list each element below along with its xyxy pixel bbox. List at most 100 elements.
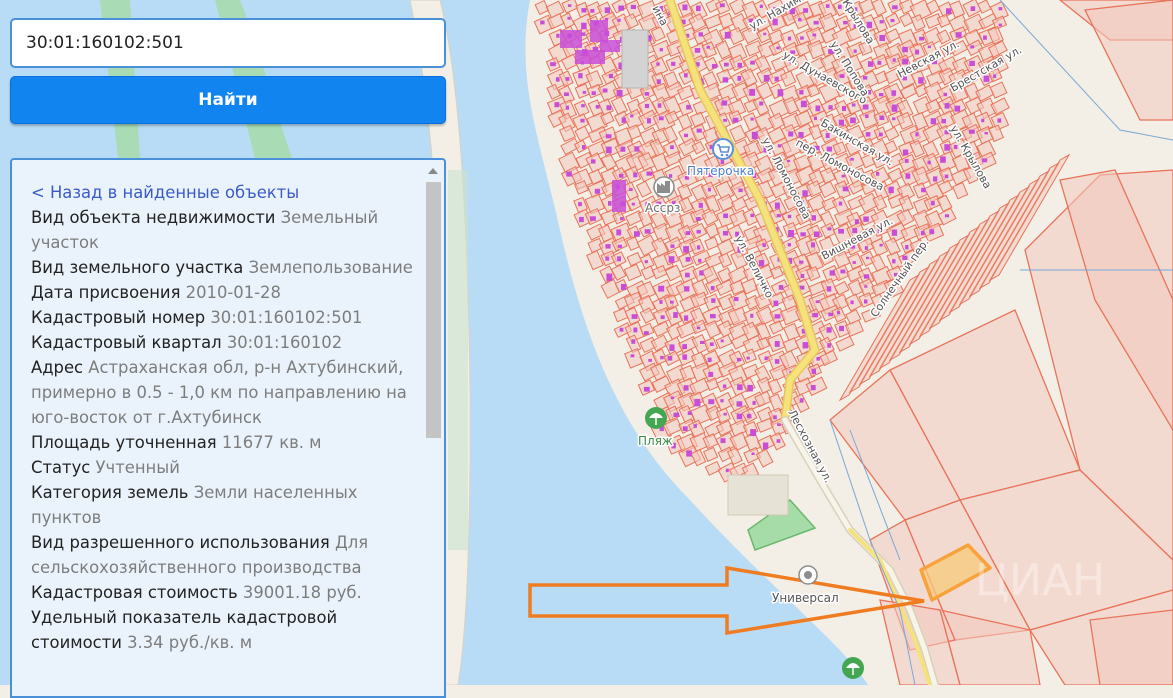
building bbox=[634, 231, 640, 237]
building bbox=[921, 187, 926, 193]
building bbox=[888, 186, 894, 194]
building bbox=[776, 214, 781, 218]
building bbox=[777, 89, 784, 97]
building bbox=[829, 270, 835, 276]
property-label: Статус bbox=[31, 458, 91, 477]
building bbox=[643, 386, 650, 392]
building bbox=[852, 261, 856, 264]
building bbox=[630, 354, 635, 358]
property-value: 30:01:160102 bbox=[226, 333, 343, 352]
gray-area bbox=[727, 474, 789, 516]
building bbox=[606, 273, 613, 281]
poi-label-pyaterochka[interactable]: Пятерочка bbox=[686, 163, 756, 180]
building bbox=[631, 339, 636, 344]
panel-scrollbar[interactable] bbox=[425, 164, 442, 696]
building bbox=[694, 48, 701, 53]
building bbox=[799, 260, 804, 264]
property-row: Статус Учтенный bbox=[31, 455, 421, 480]
building bbox=[984, 132, 988, 135]
building bbox=[657, 103, 662, 108]
building bbox=[648, 358, 652, 362]
building bbox=[620, 283, 627, 290]
building bbox=[711, 298, 716, 303]
building bbox=[788, 131, 794, 137]
building bbox=[621, 117, 626, 123]
property-row: Удельный показатель кадастровой стоимост… bbox=[31, 605, 421, 655]
building bbox=[750, 213, 754, 218]
building bbox=[590, 216, 596, 221]
building bbox=[737, 357, 742, 362]
building bbox=[802, 342, 808, 349]
property-label: Площадь уточненная bbox=[31, 433, 217, 452]
building bbox=[606, 105, 612, 111]
building bbox=[605, 134, 612, 139]
property-row: Вид земельного участка Землепользование bbox=[31, 255, 421, 280]
property-list: Вид объекта недвижимости Земельный участ… bbox=[31, 205, 421, 655]
building bbox=[843, 20, 848, 25]
building bbox=[696, 229, 701, 234]
building bbox=[644, 103, 650, 109]
building bbox=[864, 285, 868, 288]
building bbox=[944, 174, 949, 179]
building bbox=[863, 216, 869, 222]
building bbox=[778, 285, 784, 290]
scroll-up-arrow-icon[interactable] bbox=[428, 168, 438, 174]
building bbox=[811, 242, 816, 248]
building bbox=[840, 269, 846, 274]
object-info-panel: < Назад в найденные объекты Вид объекта … bbox=[10, 158, 446, 698]
beach-icon[interactable] bbox=[645, 407, 667, 429]
building bbox=[565, 105, 569, 110]
poi-label-plyazh[interactable]: Пляж bbox=[637, 433, 675, 450]
property-value: 30:01:160102:501 bbox=[210, 308, 363, 327]
building bbox=[944, 144, 950, 151]
cadastral-search-input[interactable] bbox=[10, 18, 446, 68]
building bbox=[646, 171, 653, 176]
building bbox=[864, 299, 868, 304]
building bbox=[667, 356, 673, 361]
building bbox=[800, 398, 804, 403]
search-button[interactable]: Найти bbox=[10, 76, 446, 124]
shop-icon[interactable] bbox=[798, 565, 818, 585]
building bbox=[725, 468, 729, 473]
building bbox=[803, 8, 809, 13]
building bbox=[941, 119, 946, 124]
building bbox=[633, 327, 638, 333]
building bbox=[918, 77, 924, 84]
cart-icon[interactable] bbox=[712, 138, 734, 160]
building bbox=[850, 117, 856, 124]
poi-label-assrz[interactable]: Ассрз bbox=[644, 200, 682, 217]
building bbox=[707, 357, 712, 362]
building bbox=[774, 314, 781, 319]
building bbox=[774, 202, 780, 209]
building bbox=[970, 45, 975, 49]
building bbox=[759, 4, 763, 8]
building-large bbox=[575, 50, 605, 64]
building bbox=[710, 314, 716, 319]
building bbox=[762, 243, 766, 248]
building bbox=[719, 3, 725, 8]
building bbox=[787, 243, 791, 247]
building bbox=[732, 117, 739, 123]
property-label: Дата присвоения bbox=[31, 283, 181, 302]
building bbox=[816, 357, 821, 361]
factory-icon[interactable] bbox=[653, 176, 675, 198]
building bbox=[563, 92, 569, 96]
building bbox=[919, 36, 925, 41]
building bbox=[591, 91, 596, 96]
beach-icon-bottom[interactable] bbox=[842, 657, 864, 679]
property-value: Землепользование bbox=[248, 258, 413, 277]
building bbox=[644, 260, 648, 264]
building bbox=[737, 384, 743, 391]
building bbox=[602, 88, 608, 93]
poi-label-universal[interactable]: Универсал bbox=[771, 590, 841, 607]
back-to-results-link[interactable]: < Назад в найденные объекты bbox=[31, 180, 421, 205]
scrollbar-thumb[interactable] bbox=[426, 182, 441, 438]
building bbox=[759, 101, 764, 106]
building bbox=[998, 23, 1002, 27]
building bbox=[694, 398, 701, 407]
building bbox=[879, 20, 884, 24]
building bbox=[876, 171, 880, 176]
building bbox=[892, 259, 896, 264]
building bbox=[892, 117, 896, 121]
building bbox=[684, 286, 690, 292]
